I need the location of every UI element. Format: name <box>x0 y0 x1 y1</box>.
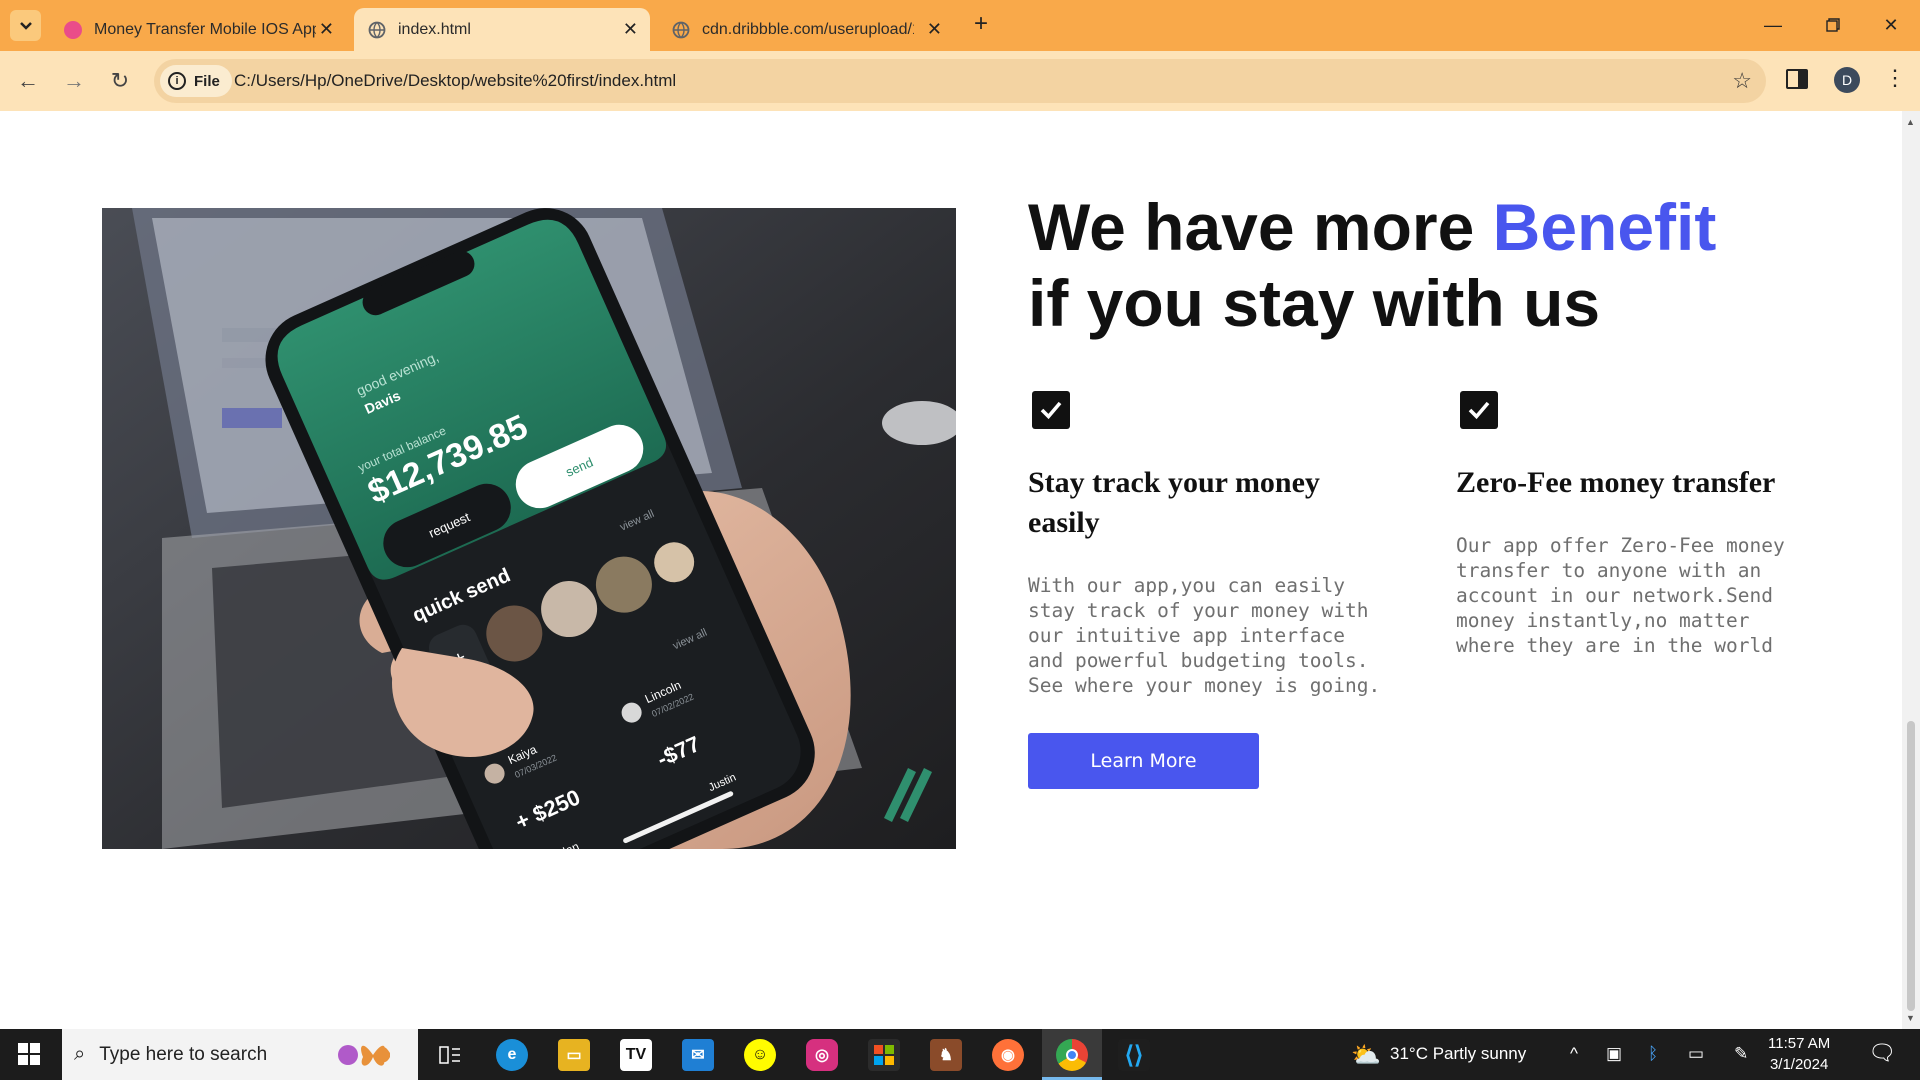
feature-zero-fee: Zero-Fee money transfer Our app offer Ze… <box>1456 391 1816 658</box>
profile-avatar[interactable]: D <box>1834 67 1860 93</box>
globe-icon <box>368 21 386 39</box>
bookmark-star-icon[interactable]: ☆ <box>1732 68 1752 94</box>
checkbox-icon <box>1032 391 1070 429</box>
task-view-icon[interactable] <box>434 1039 466 1071</box>
meet-now-icon[interactable]: ▣ <box>1606 1044 1622 1064</box>
tab-title: cdn.dribbble.com/userupload/1 <box>702 20 914 38</box>
search-icon: ⌕ <box>74 1043 86 1065</box>
site-info-label: File <box>194 72 220 90</box>
tab-dribbble-cdn[interactable]: cdn.dribbble.com/userupload/1 ✕ <box>658 8 954 51</box>
forward-button[interactable]: → <box>58 65 90 97</box>
side-panel-icon[interactable] <box>1786 69 1808 89</box>
feature-description: With our app,you can easily stay track o… <box>1028 574 1381 697</box>
feature-title: Stay track your money easily <box>1028 466 1320 539</box>
close-tab-icon[interactable]: ✕ <box>319 19 334 40</box>
tradingview-icon[interactable]: TV <box>620 1039 652 1071</box>
reload-button[interactable]: ↻ <box>104 65 136 97</box>
feature-track-money: Stay track your money easily With our ap… <box>1028 391 1388 698</box>
checkbox-icon <box>1460 391 1498 429</box>
scroll-down-arrow-icon[interactable]: ▼ <box>1906 1013 1915 1023</box>
tab-search-button[interactable] <box>10 10 41 41</box>
close-tab-icon[interactable]: ✕ <box>623 19 638 40</box>
scroll-up-arrow-icon[interactable]: ▲ <box>1906 117 1915 127</box>
vscode-icon[interactable]: ⟨⟩ <box>1118 1039 1150 1071</box>
benefit-heading: We have more Benefit if you stay with us <box>1028 189 1716 341</box>
show-hidden-icons-icon[interactable]: ^ <box>1570 1044 1578 1064</box>
search-placeholder: Type here to search <box>99 1043 268 1065</box>
clock-date: 3/1/2024 <box>1769 1056 1829 1073</box>
edge-browser-icon[interactable]: e <box>496 1039 528 1071</box>
minimize-button[interactable]: — <box>1758 10 1788 40</box>
butterfly-flower-icon <box>328 1035 408 1080</box>
phone-in-hand-photo: good evening, Davis your total balance $… <box>102 208 956 849</box>
weather-text[interactable]: 31°C Partly sunny <box>1390 1044 1526 1064</box>
scrollbar-thumb[interactable] <box>1907 721 1915 1011</box>
phone-photo-illustration: good evening, Davis your total balance $… <box>102 208 956 849</box>
game-app-icon[interactable]: ♞ <box>930 1039 962 1071</box>
tab-title: Money Transfer Mobile IOS App <box>94 20 316 38</box>
heading-text: We have more <box>1028 190 1493 264</box>
windows-taskbar: ⌕ Type here to search e ▭ TV ✉ ☺ ◎ ♞ ◉ ⟨… <box>0 1029 1920 1080</box>
close-window-button[interactable]: ✕ <box>1876 10 1906 40</box>
chrome-icon[interactable] <box>1056 1039 1088 1071</box>
globe-icon <box>672 21 690 39</box>
restore-icon <box>1826 18 1840 32</box>
dribbble-icon <box>64 20 82 39</box>
browser-tab-bar: Money Transfer Mobile IOS App ✕ index.ht… <box>0 0 1920 51</box>
feature-title: Zero-Fee money transfer <box>1456 466 1776 499</box>
notification-center-icon[interactable]: 🗨 <box>1868 1040 1896 1066</box>
browser-toolbar: ← → ↻ i File C:/Users/Hp/OneDrive/Deskto… <box>0 51 1920 111</box>
weather-partly-sunny-icon[interactable]: ⛅ <box>1350 1039 1382 1071</box>
tab-title: index.html <box>398 20 471 38</box>
pen-icon[interactable]: ✎ <box>1734 1044 1748 1064</box>
instagram-icon[interactable]: ◎ <box>806 1039 838 1071</box>
close-tab-icon[interactable]: ✕ <box>927 19 942 40</box>
more-menu-icon[interactable]: ⋮ <box>1884 65 1906 91</box>
new-tab-button[interactable]: + <box>966 10 996 38</box>
clock-time: 11:57 AM <box>1768 1035 1831 1052</box>
microsoft-store-icon[interactable] <box>868 1039 900 1071</box>
address-bar[interactable]: i File C:/Users/Hp/OneDrive/Desktop/webs… <box>154 59 1766 103</box>
firefox-icon[interactable]: ◉ <box>992 1039 1024 1071</box>
site-info-chip[interactable]: i File <box>160 65 232 97</box>
learn-more-button[interactable]: Learn More <box>1028 733 1259 789</box>
page-viewport: good evening, Davis your total balance $… <box>0 111 1902 1029</box>
heading-line-2: if you stay with us <box>1028 266 1601 340</box>
feature-description: Our app offer Zero-Fee money transfer to… <box>1456 534 1785 657</box>
bluetooth-icon[interactable]: ᛒ <box>1648 1044 1658 1064</box>
windows-start-icon[interactable] <box>18 1043 40 1065</box>
info-icon: i <box>168 72 186 90</box>
back-button[interactable]: ← <box>12 65 44 97</box>
file-explorer-icon[interactable]: ▭ <box>558 1039 590 1071</box>
heading-accent: Benefit <box>1492 190 1717 264</box>
mail-icon[interactable]: ✉ <box>682 1039 714 1071</box>
page-scrollbar[interactable]: ▲ ▼ <box>1902 111 1920 1029</box>
tab-index-html[interactable]: index.html ✕ <box>354 8 650 51</box>
taskbar-search-box[interactable]: ⌕ Type here to search <box>62 1029 418 1080</box>
battery-icon[interactable]: ▭ <box>1688 1044 1704 1064</box>
url-text[interactable]: C:/Users/Hp/OneDrive/Desktop/website%20f… <box>234 71 676 91</box>
system-clock[interactable]: 11:57 AM 3/1/2024 <box>1768 1033 1830 1075</box>
restore-button[interactable] <box>1818 10 1848 40</box>
snapchat-icon[interactable]: ☺ <box>744 1039 776 1071</box>
tab-money-transfer[interactable]: Money Transfer Mobile IOS App ✕ <box>50 8 346 51</box>
chevron-down-icon <box>19 21 32 30</box>
